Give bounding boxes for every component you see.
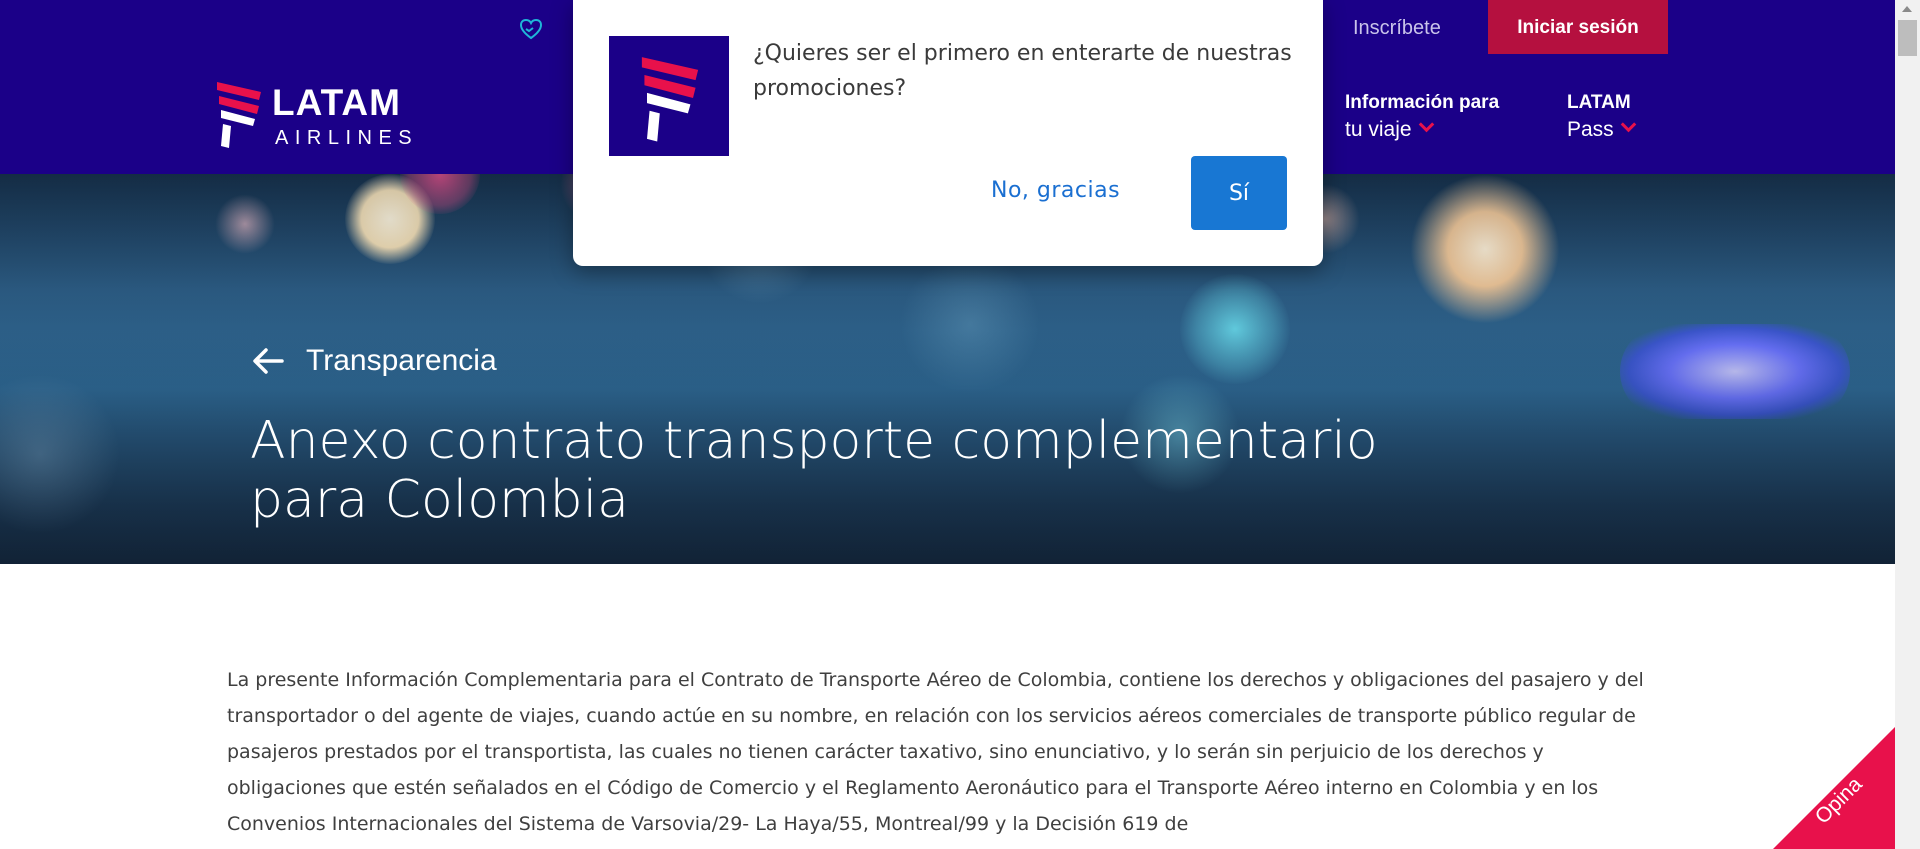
scroll-up-arrow[interactable] [1902, 6, 1912, 12]
feedback-label: Opina [1810, 772, 1867, 829]
latam-logo[interactable]: LATAM AIRLINES [215, 78, 455, 150]
accept-button[interactable]: Sí [1191, 156, 1287, 230]
page-scrollbar[interactable] [1895, 0, 1920, 849]
logo-subtext: AIRLINES [275, 127, 419, 149]
arrow-left-icon [253, 348, 284, 374]
promotions-popup: ¿Quieres ser el primero en enterarte de … [573, 0, 1323, 266]
nav-label-line2: Pass [1567, 118, 1614, 141]
feedback-tab[interactable]: Opina [1773, 727, 1895, 849]
decline-button[interactable]: No, gracias [991, 178, 1120, 203]
nav-latam-pass[interactable]: LATAM Pass [1567, 91, 1636, 144]
latam-logo-icon [217, 82, 261, 148]
intro-paragraph: La presente Información Complementaria p… [227, 669, 1644, 835]
page-title: Anexo contrato transporte complementario… [250, 411, 1378, 530]
heart-hands-icon[interactable] [518, 16, 544, 42]
logo-wordmark: LATAM [272, 82, 401, 123]
login-button[interactable]: Iniciar sesión [1488, 0, 1668, 54]
latam-logo-icon [609, 36, 729, 156]
chevron-down-icon [1620, 116, 1636, 133]
signup-link[interactable]: Inscríbete [1353, 17, 1441, 40]
scrollbar-thumb[interactable] [1898, 20, 1917, 56]
chevron-down-icon [1418, 116, 1434, 133]
popup-message: ¿Quieres ser el primero en enterarte de … [753, 41, 1292, 101]
nav-travel-info[interactable]: Información para tu viaje [1345, 91, 1499, 144]
nav-label-line1: LATAM [1567, 92, 1631, 113]
nav-label-line2: tu viaje [1345, 118, 1412, 141]
nav-label-line1: Información para [1345, 92, 1500, 113]
breadcrumb-label: Transparencia [306, 344, 497, 377]
breadcrumb[interactable]: Transparencia [252, 344, 497, 378]
